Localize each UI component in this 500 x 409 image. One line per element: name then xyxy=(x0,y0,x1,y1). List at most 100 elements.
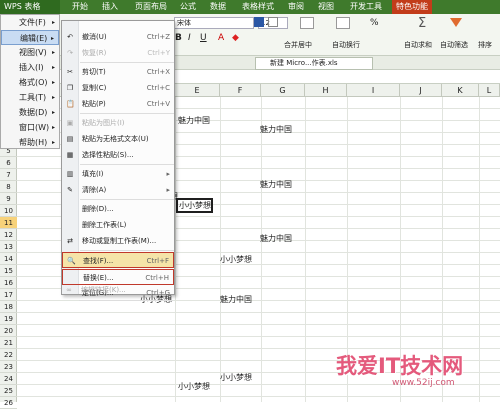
cell[interactable]: 魅力中国 xyxy=(260,124,292,136)
cell[interactable]: 魅力中国 xyxy=(260,233,292,245)
percent-button[interactable]: % xyxy=(370,18,379,28)
tab-data[interactable]: 数据 xyxy=(210,0,226,14)
paste-text-icon: ▤ xyxy=(66,135,74,143)
auto-sum-label[interactable]: 自动求和 xyxy=(404,40,432,50)
menu-item-paste-plain-text[interactable]: ▤ 粘贴为无格式文本(U) xyxy=(62,131,174,147)
app-menu-item-insert[interactable]: 插入(I) ▸ xyxy=(1,60,59,75)
tab-special-features[interactable]: 特色功能 xyxy=(392,0,432,14)
app-menu-item-tools[interactable]: 工具(T) ▸ xyxy=(1,90,59,105)
scissors-icon: ✂ xyxy=(67,68,73,76)
tab-formula[interactable]: 公式 xyxy=(180,0,196,14)
row-header[interactable]: 17 xyxy=(0,289,17,301)
row-header[interactable]: 22 xyxy=(0,349,17,361)
menu-item-clear[interactable]: ✎ 清除(A) ▸ xyxy=(62,182,174,198)
row-header[interactable]: 7 xyxy=(0,169,17,181)
bold-icon[interactable]: B xyxy=(175,33,182,43)
row-header[interactable]: 18 xyxy=(0,301,17,313)
move-sheet-icon: ⇄ xyxy=(67,237,73,245)
menu-item-paste-special[interactable]: ▦ 选择性粘贴(S)... xyxy=(62,147,174,163)
underline-icon[interactable]: U xyxy=(200,33,207,43)
font-name-select[interactable]: 宋体 xyxy=(174,17,254,29)
row-header[interactable]: 21 xyxy=(0,337,17,349)
column-header[interactable]: L xyxy=(479,84,500,97)
row-header[interactable]: 25 xyxy=(0,385,17,397)
tab-insert[interactable]: 插入 xyxy=(102,0,118,14)
column-header[interactable]: G xyxy=(261,84,305,97)
cell[interactable]: 小小梦想 xyxy=(178,381,210,393)
tab-review[interactable]: 审阅 xyxy=(288,0,304,14)
wps-logo-button[interactable]: WPS 表格 xyxy=(0,0,60,14)
tab-page-layout[interactable]: 页面布局 xyxy=(135,0,167,14)
active-cell[interactable]: 小小梦想 xyxy=(176,198,213,213)
cell[interactable]: 魅力中国 xyxy=(260,179,292,191)
app-menu-item-format[interactable]: 格式(O) ▸ xyxy=(1,75,59,90)
merge-center-icon[interactable] xyxy=(300,17,314,29)
app-menu-item-file[interactable]: 文件(F) ▸ xyxy=(1,15,59,30)
app-menu-item-window[interactable]: 窗口(W) ▸ xyxy=(1,120,59,135)
auto-filter-label[interactable]: 自动筛选 xyxy=(440,40,468,50)
row-header[interactable]: 14 xyxy=(0,253,17,265)
tab-home[interactable]: 开始 xyxy=(72,0,88,14)
app-menu-item-help[interactable]: 帮助(H) ▸ xyxy=(1,135,59,150)
wrap-text-icon[interactable] xyxy=(336,17,350,29)
row-header[interactable]: 6 xyxy=(0,157,17,169)
filter-icon[interactable] xyxy=(450,18,462,27)
row-header[interactable]: 12 xyxy=(0,229,17,241)
menu-item-paste-as-picture[interactable]: ▣ 粘贴为图片(I) xyxy=(62,115,174,131)
tab-developer[interactable]: 开发工具 xyxy=(350,0,382,14)
cell[interactable]: 魅力中国 xyxy=(220,294,252,306)
menu-item-fill[interactable]: ▥ 填充(I) ▸ xyxy=(62,166,174,182)
tab-view[interactable]: 视图 xyxy=(318,0,334,14)
menu-item-delete-sheet[interactable]: 删除工作表(L) xyxy=(62,217,174,233)
column-header[interactable]: F xyxy=(220,84,261,97)
row-header[interactable]: 15 xyxy=(0,265,17,277)
row-header-selected[interactable]: 11 xyxy=(0,217,17,229)
column-header[interactable]: J xyxy=(400,84,442,97)
paste-special-icon: ▦ xyxy=(66,151,74,159)
cell[interactable]: 小小梦想 xyxy=(220,254,252,266)
watermark: 我爱IT技术网 www.52ij.com xyxy=(300,346,500,402)
column-header[interactable]: K xyxy=(442,84,479,97)
column-header[interactable]: H xyxy=(305,84,347,97)
align-middle-icon[interactable] xyxy=(268,17,278,27)
row-header[interactable]: 19 xyxy=(0,313,17,325)
align-top-icon[interactable] xyxy=(254,17,264,27)
app-menu-item-edit[interactable]: 编辑(E) ▸ xyxy=(1,30,59,45)
document-tab[interactable]: 新建 Micro...作表.xls xyxy=(255,57,373,70)
menu-item-redo[interactable]: ↷ 恢复(R) Ctrl+Y xyxy=(62,45,174,61)
italic-icon[interactable]: I xyxy=(188,33,191,43)
tab-table-style[interactable]: 表格样式 xyxy=(242,0,274,14)
menu-item-move-copy-sheet[interactable]: ⇄ 移动或复制工作表(M)... xyxy=(62,233,174,249)
menu-item-delete[interactable]: 删除(D)... xyxy=(62,201,174,217)
column-header[interactable]: E xyxy=(175,84,220,97)
link-icon: ∞ xyxy=(66,286,72,294)
cell[interactable]: 魅力中国 xyxy=(178,115,210,127)
menu-item-cut[interactable]: ✂ 剪切(T) Ctrl+X xyxy=(62,64,174,80)
menu-item-undo[interactable]: ↶ 撤消(U) Ctrl+Z xyxy=(62,29,174,45)
redo-icon: ↷ xyxy=(67,49,73,57)
sort-label[interactable]: 排序 xyxy=(478,40,492,50)
font-color-icon[interactable]: A xyxy=(218,33,224,43)
wrap-text-label[interactable]: 自动换行 xyxy=(332,40,360,50)
app-menu-item-view[interactable]: 视图(V) ▸ xyxy=(1,45,59,60)
row-header[interactable]: 10 xyxy=(0,205,17,217)
row-header[interactable]: 24 xyxy=(0,373,17,385)
row-header[interactable]: 16 xyxy=(0,277,17,289)
merge-center-label[interactable]: 合并居中 xyxy=(284,40,312,50)
fill-color-icon[interactable]: ◆ xyxy=(232,33,239,43)
binoculars-icon: 🔍 xyxy=(67,257,76,265)
menu-item-find[interactable]: 🔍 查找(F)... Ctrl+F xyxy=(62,252,174,268)
cell[interactable]: 小小梦想 xyxy=(220,372,252,384)
sum-icon[interactable]: Σ xyxy=(418,16,426,31)
row-header[interactable]: 8 xyxy=(0,181,17,193)
menu-item-paste[interactable]: 📋 粘贴(P) Ctrl+V xyxy=(62,96,174,112)
row-header[interactable]: 13 xyxy=(0,241,17,253)
row-header[interactable]: 20 xyxy=(0,325,17,337)
menu-item-edit-links[interactable]: ∞ 编辑链接(K)... xyxy=(61,282,175,298)
row-header[interactable]: 9 xyxy=(0,193,17,205)
row-header[interactable]: 26 xyxy=(0,397,17,409)
app-menu-item-data[interactable]: 数据(D) ▸ xyxy=(1,105,59,120)
row-header[interactable]: 23 xyxy=(0,361,17,373)
menu-item-copy[interactable]: ❐ 复制(C) Ctrl+C xyxy=(62,80,174,96)
column-header[interactable]: I xyxy=(347,84,400,97)
